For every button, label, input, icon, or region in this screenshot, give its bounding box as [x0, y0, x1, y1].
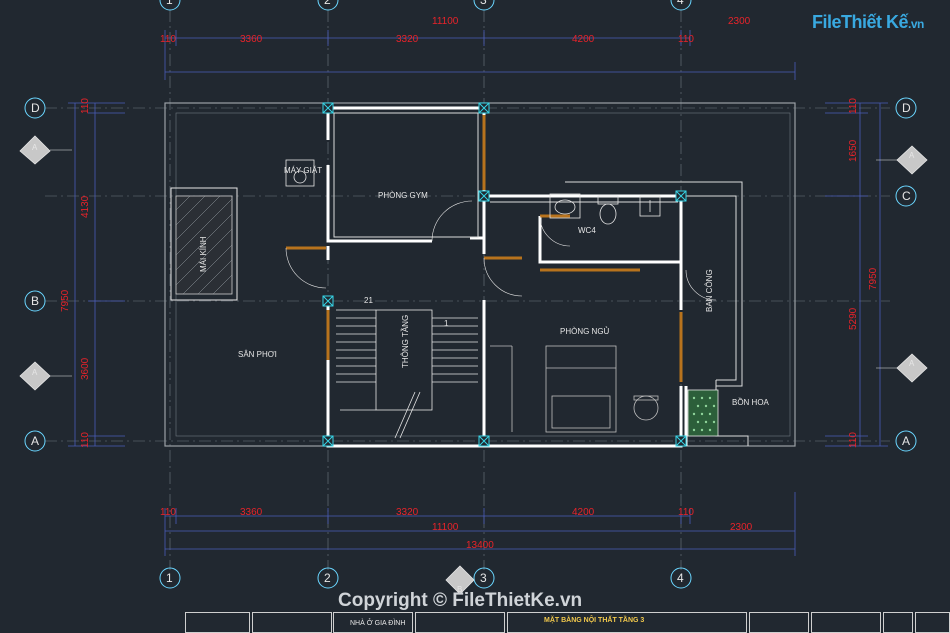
axis-top-3: 3: [480, 0, 487, 7]
dim-bottom-ext: 2300: [730, 522, 753, 533]
dim-bottom-d5: 110: [678, 507, 694, 518]
drawing-title: MẶT BẰNG NỘI THẤT TẦNG 3: [544, 617, 645, 624]
dim-right-b: 1650: [848, 139, 859, 162]
axis-top-2: 2: [324, 0, 331, 7]
glass-roof-label: MÁI KÍNH: [199, 236, 208, 272]
dim-left-e: 110: [80, 432, 91, 448]
section-left-top-letter: A: [32, 143, 38, 152]
dim-left-c: 7950: [60, 289, 71, 312]
dim-right-d: 5290: [848, 307, 859, 330]
project-name: NHÀ Ở GIA ĐÌNH: [350, 620, 406, 627]
axis-bottom-4: 4: [677, 571, 684, 585]
title-block-cell-4: [415, 612, 505, 633]
axis-right-c: C: [902, 189, 911, 203]
room-drying-label: SÂN PHƠI: [238, 350, 277, 359]
axis-bottom-3: 3: [480, 571, 487, 585]
title-block-cell-6: [749, 612, 809, 633]
axis-top-1: 1: [166, 0, 173, 7]
dim-bottom-sub: 11100: [432, 522, 459, 533]
room-bedroom-label: PHÒNG NGỦ: [560, 327, 610, 336]
dim-top-d2: 3360: [240, 34, 263, 45]
dim-top-d4: 4200: [572, 34, 595, 45]
section-left-bottom-letter: A: [32, 368, 38, 377]
dim-bottom-d2: 3360: [240, 507, 263, 518]
room-wc-label: WC4: [578, 226, 596, 235]
dim-right-e: 110: [848, 432, 859, 448]
axis-bottom-1: 1: [166, 571, 173, 585]
dim-bottom-d3: 3320: [396, 507, 419, 518]
axis-top-4: 4: [677, 0, 684, 7]
axis-right-d: D: [902, 101, 911, 115]
void-label: THÔNG TẦNG: [400, 315, 410, 368]
planter-label: BỒN HOA: [732, 397, 770, 407]
balcony-label: BAN CÔNG: [705, 269, 714, 312]
title-block-cell-7: [811, 612, 881, 633]
filethietke-logo[interactable]: FileThiết Kế.vn: [812, 12, 924, 33]
section-right-bottom-letter: A: [909, 359, 915, 368]
dim-top-total: 11100: [432, 16, 459, 27]
copyright-watermark: Copyright © FileThietKe.vn: [338, 590, 583, 611]
dim-top-d1: 110: [160, 34, 176, 45]
dim-left-d: 3600: [80, 357, 91, 380]
logo-main-text: File: [812, 12, 842, 32]
dim-bottom-d4: 4200: [572, 507, 595, 518]
axis-left-d: D: [31, 101, 40, 115]
washer-label: MÁY GIẶT: [284, 166, 322, 175]
dim-right-c: 7950: [868, 267, 879, 290]
dim-top-d3: 3320: [396, 34, 419, 45]
stair-end-label: 1: [444, 319, 449, 328]
title-block-cell-1: [185, 612, 250, 633]
axis-right-a: A: [902, 434, 910, 448]
section-right-top-letter: A: [909, 151, 915, 160]
dim-right-a: 110: [848, 98, 859, 114]
logo-ext-text: .vn: [908, 17, 924, 31]
dim-bottom-d1: 110: [160, 507, 176, 518]
title-block-drawing-title: MẶT BẰNG NỘI THẤT TẦNG 3: [507, 612, 747, 633]
axis-left-a: A: [31, 434, 39, 448]
dim-left-a: 110: [80, 98, 91, 114]
dim-top-d5: 110: [678, 34, 694, 45]
axis-left-b: B: [31, 294, 39, 308]
drawing-labels: 11100 2300 110 3360 3320 4200 110 110 33…: [31, 0, 915, 594]
stair-start-label: 21: [364, 296, 373, 305]
dim-left-b: 4130: [80, 195, 91, 218]
dim-bottom-total: 13400: [466, 540, 494, 551]
logo-second-text: Thiết Kế: [841, 12, 909, 32]
room-gym-label: PHÒNG GYM: [378, 191, 428, 200]
dim-top-right-ext: 2300: [728, 16, 751, 27]
title-block-cell-9: [915, 612, 950, 633]
axis-bottom-2: 2: [324, 571, 331, 585]
title-block-project: NHÀ Ở GIA ĐÌNH: [333, 612, 413, 633]
title-block-cell-2: [252, 612, 332, 633]
title-block-cell-8: [883, 612, 913, 633]
